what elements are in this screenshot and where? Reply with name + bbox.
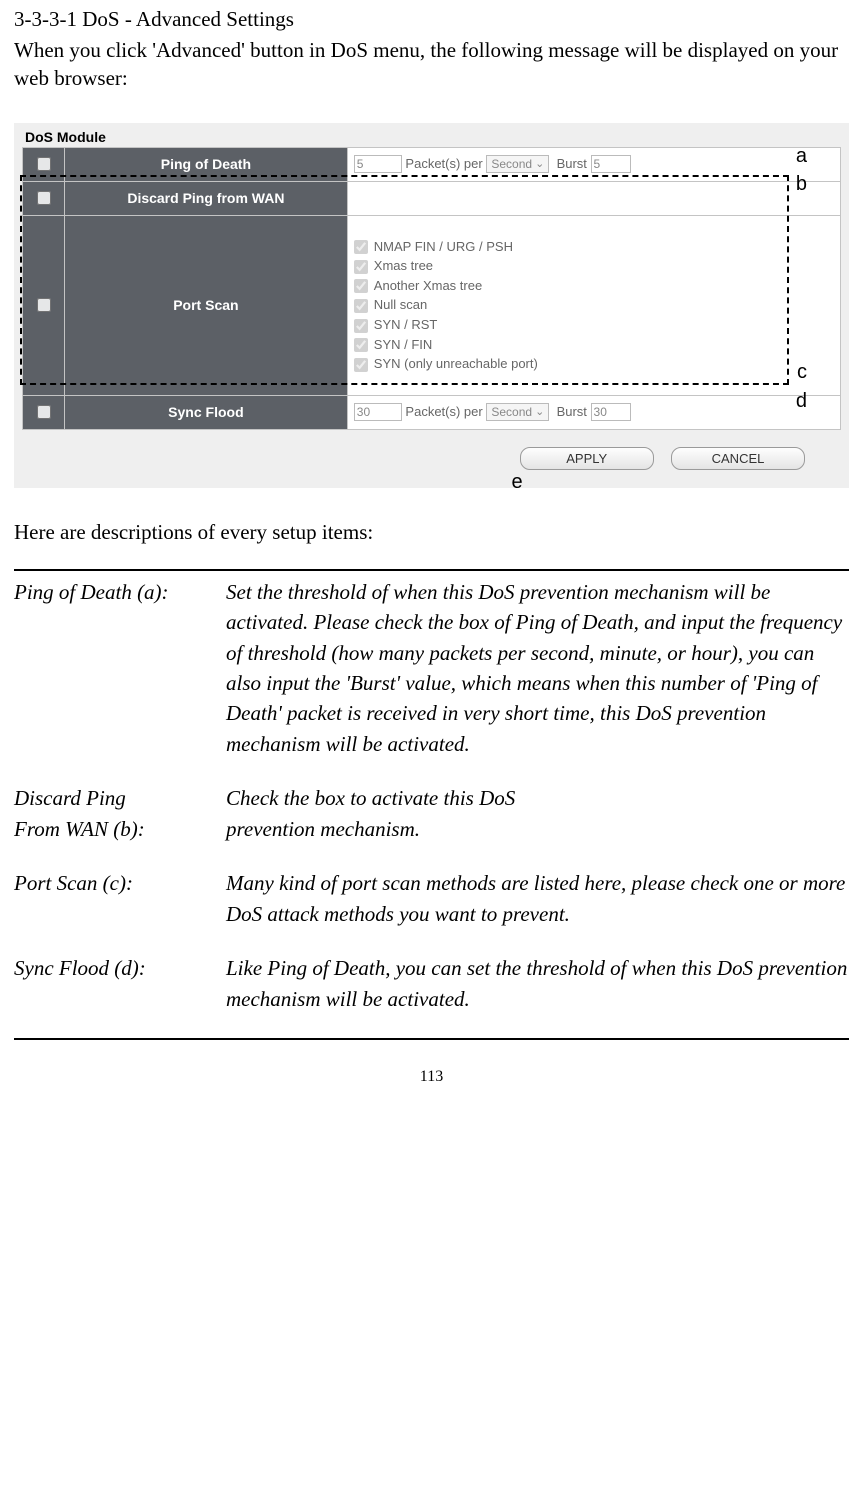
ps-opt-5: SYN / FIN: [374, 337, 433, 352]
checkbox-ps-2[interactable]: [354, 279, 368, 293]
label-port-scan: Port Scan: [65, 215, 348, 395]
pod-burst-label: Burst: [557, 156, 587, 171]
module-title: DoS Module: [22, 129, 841, 145]
port-scan-options-list: NMAP FIN / URG / PSH Xmas tree Another X…: [354, 237, 834, 374]
desc-label-sync: Sync Flood (d):: [14, 953, 226, 1014]
value-port-scan: NMAP FIN / URG / PSH Xmas tree Another X…: [347, 215, 840, 395]
button-row: APPLY CANCEL e: [22, 444, 841, 470]
desc-text-discard-1: Check the box to activate this DoS: [226, 786, 515, 810]
desc-sync-flood: Sync Flood (d): Like Ping of Death, you …: [14, 953, 849, 1014]
row-discard-ping: Discard Ping from WAN: [23, 181, 841, 215]
pod-unit-select[interactable]: Second: [486, 155, 549, 173]
desc-port-scan: Port Scan (c): Many kind of port scan me…: [14, 868, 849, 929]
ps-opt-4: SYN / RST: [374, 317, 438, 332]
checkbox-ps-3[interactable]: [354, 299, 368, 313]
row-ping-of-death: Ping of Death Packet(s) per Second Burst: [23, 147, 841, 181]
top-separator: [14, 569, 849, 571]
value-sync-flood: Packet(s) per Second Burst: [347, 395, 840, 429]
checkbox-ps-0[interactable]: [354, 240, 368, 254]
intro-text: When you click 'Advanced' button in DoS …: [14, 36, 849, 93]
label-sync-flood: Sync Flood: [65, 395, 348, 429]
sync-packets-per-text: Packet(s) per: [405, 404, 482, 419]
ps-opt-2: Another Xmas tree: [374, 278, 482, 293]
checkbox-ping-of-death[interactable]: [37, 157, 51, 171]
pod-packets-input[interactable]: [354, 155, 402, 173]
checkbox-port-scan[interactable]: [37, 298, 51, 312]
section-heading: 3-3-3-1 DoS - Advanced Settings: [14, 7, 849, 32]
ps-opt-6: SYN (only unreachable port): [374, 356, 538, 371]
annotation-c: c: [797, 361, 807, 384]
dos-settings-table: Ping of Death Packet(s) per Second Burst…: [22, 147, 841, 430]
descriptions-intro: Here are descriptions of every setup ite…: [14, 520, 849, 545]
desc-label-discard-2: From WAN (b):: [14, 817, 145, 841]
dos-module-panel: DoS Module Ping of Death Packet(s) per S…: [14, 123, 849, 488]
desc-text-portscan: Many kind of port scan methods are liste…: [226, 868, 849, 929]
row-sync-flood: Sync Flood Packet(s) per Second Burst: [23, 395, 841, 429]
apply-button[interactable]: APPLY: [520, 447, 654, 470]
annotation-b: b: [796, 173, 807, 196]
annotation-a: a: [796, 145, 807, 168]
ps-opt-1: Xmas tree: [374, 258, 433, 273]
desc-label-portscan: Port Scan (c):: [14, 868, 226, 929]
desc-discard-ping: Discard Ping From WAN (b): Check the box…: [14, 783, 849, 844]
desc-label-discard-1: Discard Ping: [14, 786, 126, 810]
row-port-scan: Port Scan NMAP FIN / URG / PSH Xmas tree…: [23, 215, 841, 395]
ps-opt-0: NMAP FIN / URG / PSH: [374, 239, 513, 254]
desc-ping-of-death: Ping of Death (a): Set the threshold of …: [14, 577, 849, 760]
bottom-separator: [14, 1038, 849, 1040]
page-number: 113: [14, 1068, 849, 1086]
sync-burst-input[interactable]: [591, 403, 631, 421]
value-discard-ping: [347, 181, 840, 215]
checkbox-ps-1[interactable]: [354, 260, 368, 274]
pod-burst-input[interactable]: [591, 155, 631, 173]
pod-packets-per-text: Packet(s) per: [405, 156, 482, 171]
checkbox-ps-4[interactable]: [354, 319, 368, 333]
checkbox-sync-flood[interactable]: [37, 405, 51, 419]
desc-label-discard: Discard Ping From WAN (b):: [14, 783, 226, 844]
sync-packets-input[interactable]: [354, 403, 402, 421]
desc-text-pod: Set the threshold of when this DoS preve…: [226, 577, 849, 760]
desc-text-discard-2: prevention mechanism.: [226, 817, 420, 841]
checkbox-ps-5[interactable]: [354, 338, 368, 352]
ps-opt-3: Null scan: [374, 297, 427, 312]
annotation-e: e: [512, 471, 523, 494]
label-ping-of-death: Ping of Death: [65, 147, 348, 181]
desc-text-sync: Like Ping of Death, you can set the thre…: [226, 953, 849, 1014]
sync-unit-select[interactable]: Second: [486, 403, 549, 421]
label-discard-ping: Discard Ping from WAN: [65, 181, 348, 215]
value-ping-of-death: Packet(s) per Second Burst: [347, 147, 840, 181]
checkbox-discard-ping[interactable]: [37, 191, 51, 205]
checkbox-ps-6[interactable]: [354, 358, 368, 372]
cancel-button[interactable]: CANCEL: [671, 447, 805, 470]
sync-burst-label: Burst: [557, 404, 587, 419]
desc-label-pod: Ping of Death (a):: [14, 577, 226, 760]
annotation-d: d: [796, 390, 807, 413]
desc-text-discard: Check the box to activate this DoS preve…: [226, 783, 849, 844]
